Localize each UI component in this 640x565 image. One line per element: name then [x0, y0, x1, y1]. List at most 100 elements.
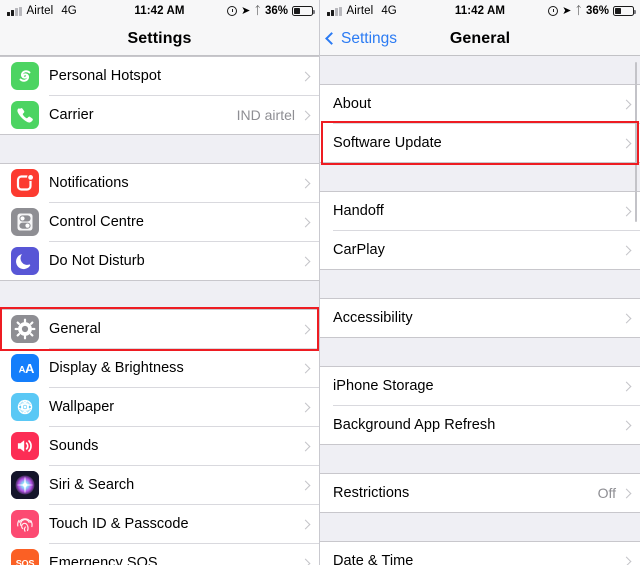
list-section: Personal Hotspot Carrier IND airtel: [0, 56, 319, 135]
list-item-label: CarPlay: [333, 242, 385, 258]
list-section: Accessibility: [320, 298, 640, 338]
list-item-label: Restrictions: [333, 485, 410, 501]
chevron-right-icon: [300, 519, 311, 529]
control-centre-icon: [11, 208, 39, 236]
list-section-gap: [320, 56, 640, 84]
battery-icon: [613, 6, 637, 16]
list-item-label: Sounds: [49, 438, 99, 454]
list-item-label: General: [49, 321, 101, 337]
battery-percent-label: 36%: [264, 5, 288, 17]
chevron-right-icon: [621, 381, 632, 391]
list-item-label: Emergency SOS: [49, 555, 158, 565]
chevron-right-icon: [300, 217, 311, 227]
list-item-software-update[interactable]: Software Update: [320, 124, 640, 162]
settings-list[interactable]: Personal Hotspot Carrier IND airtel Notific…: [0, 56, 319, 565]
svg-text:A: A: [25, 361, 35, 376]
list-item-label: Carrier: [49, 107, 94, 123]
list-section-gap: [320, 270, 640, 298]
list-item-background-app-refresh[interactable]: Background App Refresh: [320, 406, 640, 444]
list-item-iphone-storage[interactable]: iPhone Storage: [320, 367, 640, 405]
alarm-icon: [227, 6, 238, 16]
list-item-do-not-disturb[interactable]: Do Not Disturb: [0, 242, 319, 280]
list-item-touch-id-passcode[interactable]: Touch ID & Passcode: [0, 505, 319, 543]
battery-icon: [292, 6, 316, 16]
list-item-display-brightness[interactable]: A A Display & Brightness: [0, 349, 319, 387]
list-item-label: Handoff: [333, 203, 384, 219]
sounds-speaker-icon: [11, 432, 39, 460]
list-section-gap: [320, 338, 640, 366]
chevron-right-icon: [300, 110, 311, 120]
list-item-carrier[interactable]: Carrier IND airtel: [0, 96, 319, 134]
display-brightness-icon: AA: [11, 354, 39, 382]
chevron-right-icon: [300, 363, 311, 373]
list-item-personal-hotspot[interactable]: Personal Hotspot: [0, 57, 319, 95]
list-item-label: Siri & Search: [49, 477, 135, 493]
chevron-right-icon: [300, 256, 311, 266]
chevron-right-icon: [300, 324, 311, 334]
touch-id-fingerprint-icon: [11, 510, 39, 538]
wallpaper-icon: [11, 393, 39, 421]
list-item-sounds[interactable]: Sounds: [0, 427, 319, 465]
list-section-gap: [320, 163, 640, 191]
dual-screenshot-container: Airtel 4G 11:42 AM ➤ ᛏ 36% Settings Pers…: [0, 0, 640, 565]
list-section: iPhone Storage Background App Refresh: [320, 366, 640, 445]
list-section: About Software Update: [320, 84, 640, 163]
list-section: Handoff CarPlay: [320, 191, 640, 270]
vertical-scrollbar[interactable]: [634, 62, 637, 222]
list-item-control-centre[interactable]: Control Centre: [0, 203, 319, 241]
chevron-right-icon: [621, 420, 632, 430]
chevron-right-icon: [621, 206, 632, 216]
list-item-label: About: [333, 96, 372, 112]
page-title: Settings: [127, 29, 192, 47]
status-bar-left: Airtel 4G 11:42 AM ➤ ᛏ 36%: [0, 0, 319, 22]
status-bar-indicators-right: ➤ ᛏ 36%: [548, 4, 637, 17]
list-section: Restrictions Off: [320, 473, 640, 513]
status-bar-indicators: ➤ ᛏ 36%: [227, 4, 316, 17]
list-section-gap: [0, 281, 319, 309]
battery-percent-label: 36%: [585, 5, 609, 17]
list-item-wallpaper[interactable]: Wallpaper: [0, 388, 319, 426]
list-item-label: Wallpaper: [49, 399, 115, 415]
location-arrow-icon: ➤: [241, 4, 251, 17]
list-item-label: Accessibility: [333, 310, 413, 326]
list-item-emergency-sos[interactable]: SOS Emergency SOS: [0, 544, 319, 565]
chevron-right-icon: [621, 138, 632, 148]
list-item-label: Do Not Disturb: [49, 253, 145, 269]
nav-bar-left: Settings: [0, 22, 319, 56]
list-item-about[interactable]: About: [320, 85, 640, 123]
location-arrow-icon: ➤: [562, 4, 572, 17]
list-item-label: Background App Refresh: [333, 417, 496, 433]
list-item-label: Software Update: [333, 135, 442, 151]
list-item-label: iPhone Storage: [333, 378, 434, 394]
list-item-notifications[interactable]: Notifications: [0, 164, 319, 202]
list-item-general[interactable]: General: [0, 310, 319, 348]
list-item-carplay[interactable]: CarPlay: [320, 231, 640, 269]
chevron-right-icon: [621, 313, 632, 323]
list-item-label: Date & Time: [333, 553, 414, 565]
list-section: Notifications Control Centre Do Not Distur…: [0, 163, 319, 281]
notifications-icon: [11, 169, 39, 197]
back-button[interactable]: Settings: [320, 30, 397, 48]
chevron-right-icon: [300, 402, 311, 412]
list-section: General A A Display & Brightness Wallpaper So…: [0, 309, 319, 565]
chevron-left-icon: [325, 32, 338, 45]
do-not-disturb-moon-icon: [11, 247, 39, 275]
list-item-handoff[interactable]: Handoff: [320, 192, 640, 230]
list-section: Date & Time: [320, 541, 640, 565]
list-item-siri-search[interactable]: Siri & Search: [0, 466, 319, 504]
list-item-accessibility[interactable]: Accessibility: [320, 299, 640, 337]
bluetooth-icon: ᛏ: [254, 4, 261, 17]
general-list[interactable]: About Software Update Handoff CarPlay Access…: [320, 56, 640, 565]
back-button-label: Settings: [341, 29, 398, 47]
chevron-right-icon: [621, 488, 632, 498]
chevron-right-icon: [300, 558, 311, 565]
status-bar-right: Airtel 4G 11:42 AM ➤ ᛏ 36%: [320, 0, 640, 22]
chevron-right-icon: [300, 71, 311, 81]
siri-icon: [11, 471, 39, 499]
personal-hotspot-icon: [11, 62, 39, 90]
list-item-restrictions[interactable]: Restrictions Off: [320, 474, 640, 512]
emergency-sos-icon: SOS: [11, 549, 39, 565]
general-screen: Airtel 4G 11:42 AM ➤ ᛏ 36% Settings Gene…: [320, 0, 640, 565]
chevron-right-icon: [621, 99, 632, 109]
list-item-date-time[interactable]: Date & Time: [320, 542, 640, 565]
